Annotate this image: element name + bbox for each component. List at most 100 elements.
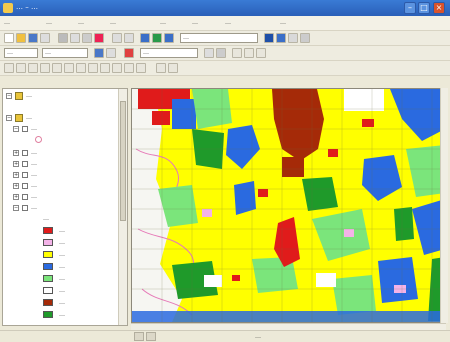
expand-icon[interactable]: + [13, 172, 19, 178]
toc-group-row[interactable]: − … [3, 113, 121, 123]
find-icon[interactable] [136, 63, 146, 73]
layer-visibility-checkbox[interactable] [22, 150, 28, 156]
target-layer-dropdown[interactable]: … [140, 48, 198, 58]
toc-layer-row[interactable]: + … [3, 159, 121, 169]
toc-scroll-thumb[interactable] [120, 101, 126, 221]
menu-insert[interactable]: … [160, 19, 166, 27]
pan-icon[interactable] [28, 63, 38, 73]
menu-file[interactable]: … [4, 19, 10, 27]
zoom-out-icon[interactable] [16, 63, 26, 73]
layer-visibility-checkbox[interactable] [22, 172, 28, 178]
close-button[interactable]: × [433, 2, 445, 14]
measure-icon[interactable] [112, 63, 122, 73]
sketch-icon[interactable] [94, 48, 104, 58]
toc-scrollbar[interactable] [118, 89, 127, 325]
save-icon[interactable] [28, 33, 38, 43]
toc-layer-row[interactable]: + … [3, 192, 121, 202]
legend-label: … [59, 287, 65, 294]
layer-icon[interactable] [152, 33, 162, 43]
toc-layer-label: … [31, 171, 37, 178]
menu-tools[interactable]: … [225, 19, 231, 27]
toc-layer-label: … [31, 204, 37, 211]
time-slider-icon[interactable] [156, 63, 166, 73]
merge-icon[interactable] [256, 48, 266, 58]
target-icon[interactable] [124, 48, 134, 58]
map-horizontal-scrollbar[interactable] [131, 323, 446, 330]
search-icon[interactable] [288, 33, 298, 43]
rotate-icon[interactable] [244, 48, 254, 58]
cut-icon[interactable] [58, 33, 68, 43]
layer-visibility-checkbox[interactable] [22, 205, 28, 211]
map-canvas[interactable] [131, 88, 446, 323]
expand-icon[interactable]: + [13, 150, 19, 156]
toc-layer-label: … [31, 182, 37, 189]
menu-bookmarks[interactable]: … [110, 19, 116, 27]
editor-toolbar-icon[interactable] [264, 33, 274, 43]
legend-label: … [59, 239, 65, 246]
point-symbol-icon [35, 136, 42, 143]
forward-icon[interactable] [64, 63, 74, 73]
expand-icon[interactable]: + [13, 183, 19, 189]
layout-view-tab[interactable] [146, 332, 156, 341]
info-icon[interactable] [100, 63, 110, 73]
layer-visibility-checkbox[interactable] [22, 183, 28, 189]
toc-group-row[interactable]: − … [3, 91, 121, 101]
toc-layer-row[interactable]: + … [3, 170, 121, 180]
toc-layer-row[interactable]: − … [3, 203, 121, 213]
split-icon[interactable] [232, 48, 242, 58]
task-dropdown[interactable]: … [42, 48, 88, 58]
redo-icon[interactable] [124, 33, 134, 43]
edit-tool-icon[interactable] [106, 48, 116, 58]
toc-layer-label: … [31, 193, 37, 200]
legend-item: … [3, 310, 121, 320]
layer-visibility-checkbox[interactable] [22, 161, 28, 167]
delete-icon[interactable] [94, 33, 104, 43]
window-title: … – … [16, 3, 38, 11]
viewer-icon[interactable] [168, 63, 178, 73]
menu-selection[interactable]: … [192, 19, 198, 27]
land-use-map[interactable] [132, 89, 445, 322]
maximize-button[interactable]: □ [418, 2, 430, 14]
paste-icon[interactable] [82, 33, 92, 43]
collapse-icon[interactable]: − [6, 93, 12, 99]
add-data-icon[interactable] [140, 33, 150, 43]
identify-icon[interactable] [164, 33, 174, 43]
zoom-in-icon[interactable] [4, 63, 14, 73]
select-elements-icon[interactable] [88, 63, 98, 73]
open-icon[interactable] [16, 33, 26, 43]
collapse-icon[interactable]: − [6, 115, 12, 121]
catalog-icon[interactable] [276, 33, 286, 43]
menu-edit[interactable]: … [46, 19, 52, 27]
legend-heading: … [3, 214, 121, 224]
map-scale-field[interactable]: … [180, 33, 258, 43]
layers-icon [15, 114, 23, 122]
toc-layer-row[interactable]: − … [3, 124, 121, 134]
expand-icon[interactable]: + [13, 161, 19, 167]
print-icon[interactable] [40, 33, 50, 43]
hyperlink-icon[interactable] [124, 63, 134, 73]
editor-dropdown[interactable]: … [4, 48, 38, 58]
data-view-tab[interactable] [134, 332, 144, 341]
layer-visibility-checkbox[interactable] [22, 126, 28, 132]
layer-visibility-checkbox[interactable] [22, 194, 28, 200]
help-icon[interactable] [300, 33, 310, 43]
attributes-icon[interactable] [204, 48, 214, 58]
sketch-properties-icon[interactable] [216, 48, 226, 58]
expand-icon[interactable]: + [13, 194, 19, 200]
collapse-icon[interactable]: − [13, 205, 19, 211]
select-features-icon[interactable] [76, 63, 86, 73]
undo-icon[interactable] [112, 33, 122, 43]
map-vertical-scrollbar[interactable] [440, 88, 448, 323]
legend-swatch [43, 239, 53, 246]
new-icon[interactable] [4, 33, 14, 43]
collapse-icon[interactable]: − [13, 126, 19, 132]
full-extent-icon[interactable] [40, 63, 50, 73]
toc-layer-row[interactable]: + … [3, 181, 121, 191]
copy-icon[interactable] [70, 33, 80, 43]
minimize-button[interactable]: – [404, 2, 416, 14]
menu-view[interactable]: … [78, 19, 84, 27]
toc-layer-row[interactable]: + … [3, 148, 121, 158]
layers-icon [15, 92, 23, 100]
menu-help[interactable]: … [280, 19, 286, 27]
back-icon[interactable] [52, 63, 62, 73]
